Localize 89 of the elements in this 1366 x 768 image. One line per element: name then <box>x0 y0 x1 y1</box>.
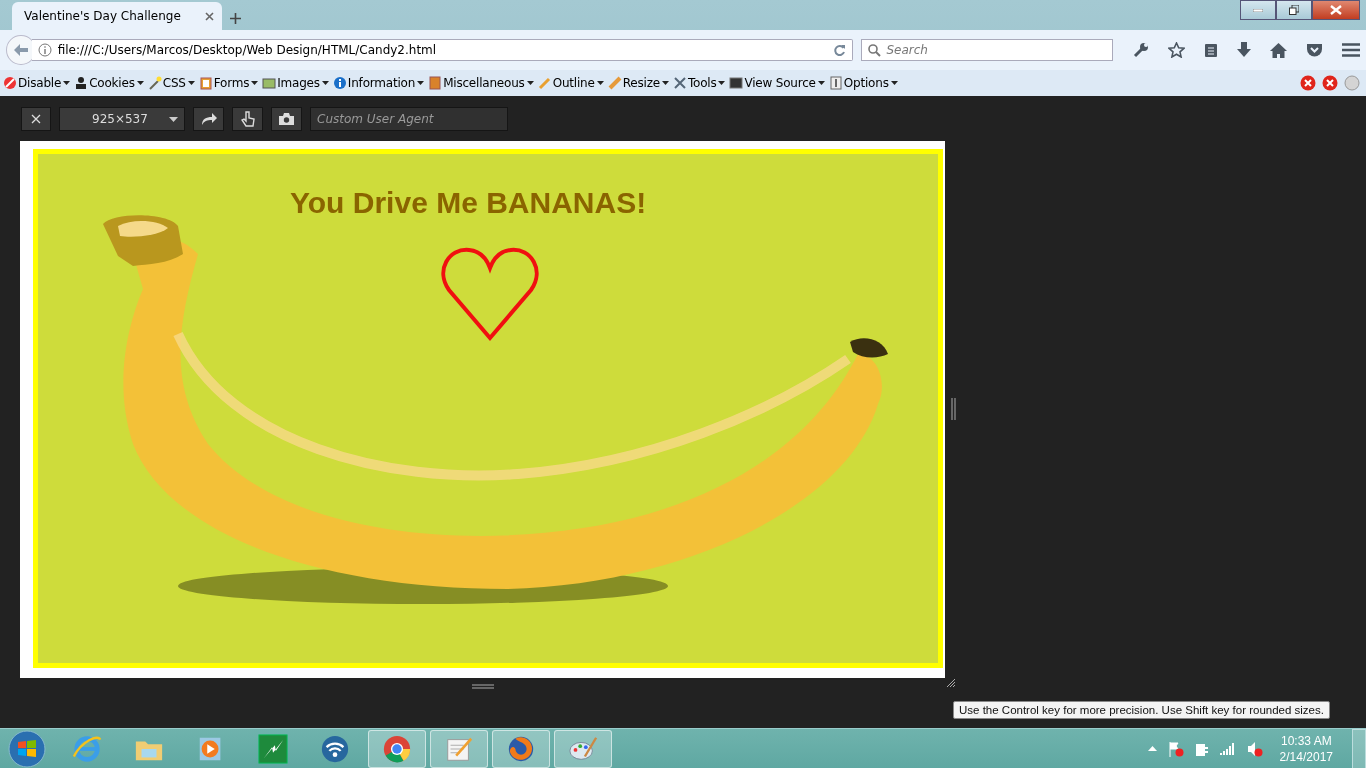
error-icon[interactable] <box>1300 75 1316 91</box>
toolbar-item-icon <box>428 76 443 90</box>
touch-button[interactable] <box>232 107 263 131</box>
caret-icon <box>596 81 604 85</box>
close-button[interactable] <box>21 107 51 131</box>
caret-icon <box>63 81 71 85</box>
hand-pointer-icon <box>240 111 255 127</box>
toolbar-menu[interactable]: CSS <box>147 76 195 90</box>
toolbar-menu[interactable]: Information <box>332 76 425 90</box>
app-icon <box>382 733 412 764</box>
resize-grip-icon[interactable] <box>946 678 956 688</box>
address-bar[interactable]: file:///C:/Users/Marcos/Desktop/Web Design/HTML/Candy2.html <box>31 39 854 61</box>
restore-icon <box>1289 5 1299 15</box>
caret-icon <box>187 81 195 85</box>
muted-speaker-icon[interactable] <box>1246 740 1263 757</box>
app-icon <box>320 733 350 764</box>
toolbar-menu[interactable]: Resize <box>607 76 669 90</box>
search-icon <box>868 43 882 57</box>
toolbar-item-icon <box>198 76 213 90</box>
toolbar-item-icon <box>729 76 744 90</box>
caret-icon <box>718 81 726 85</box>
close-icon <box>31 114 41 124</box>
caret-icon <box>417 81 425 85</box>
pocket-icon[interactable] <box>1306 42 1323 58</box>
new-tab-icon[interactable] <box>230 13 241 24</box>
app-icon <box>258 733 288 764</box>
toolbar-item-icon <box>607 76 622 90</box>
toolbar-item-icon <box>672 76 687 90</box>
user-agent-field[interactable]: Custom User Agent <box>310 107 508 131</box>
toolbar-menu[interactable]: Miscellaneous <box>428 76 534 90</box>
bookmark-star-icon[interactable] <box>1168 42 1185 58</box>
heart-icon <box>441 246 539 342</box>
toolbar-menu[interactable]: Options <box>828 76 898 90</box>
toolbar-item-icon <box>74 76 89 90</box>
toolbar-menu[interactable]: Disable <box>3 76 71 90</box>
taskbar-app-button[interactable] <box>492 729 550 768</box>
caret-icon <box>136 81 144 85</box>
toolbar-item-icon <box>537 76 552 90</box>
app-icon <box>72 733 102 764</box>
toolbar-item-icon <box>332 76 347 90</box>
toolbar-menu[interactable]: Tools <box>672 76 726 90</box>
caret-icon <box>526 81 534 85</box>
resize-handle-icon[interactable] <box>472 684 494 689</box>
toolbar-menu[interactable]: Forms <box>198 76 259 90</box>
rotate-button[interactable] <box>193 107 224 131</box>
close-icon <box>1330 5 1342 15</box>
minimize-button[interactable] <box>1240 0 1276 20</box>
search-field[interactable]: Search <box>861 39 1113 61</box>
minimize-icon <box>1253 8 1263 12</box>
page-heading: You Drive Me BANANAS! <box>290 186 647 220</box>
caret-icon <box>169 116 178 122</box>
toolbar-menu[interactable]: Cookies <box>74 76 144 90</box>
tooltip: Use the Control key for more precision. Use Shift key for rounded sizes. <box>953 701 1330 719</box>
camera-icon <box>279 113 294 125</box>
menu-icon[interactable] <box>1342 43 1360 57</box>
close-button[interactable] <box>1312 0 1360 20</box>
caret-icon <box>890 81 898 85</box>
download-icon[interactable] <box>1237 42 1251 58</box>
reload-icon[interactable] <box>833 43 847 57</box>
flag-error-icon[interactable] <box>1167 740 1184 757</box>
toolbar-item-icon <box>3 76 17 90</box>
toolbar-menu[interactable]: Outline <box>537 76 604 90</box>
restore-button[interactable] <box>1276 0 1312 20</box>
info-icon[interactable] <box>37 43 52 57</box>
toolbar-item-icon <box>147 76 162 90</box>
toolbar-item-icon <box>262 76 277 90</box>
caret-icon <box>251 81 259 85</box>
toolbar-item-icon <box>828 76 843 90</box>
toolbar-menu[interactable]: Images <box>262 76 329 90</box>
caret-icon <box>661 81 669 85</box>
home-icon[interactable] <box>1270 42 1287 58</box>
size-dropdown[interactable]: 925×537 <box>59 107 185 131</box>
browser-tab[interactable]: Valentine's Day Challenge <box>12 2 222 30</box>
caret-icon <box>321 81 329 85</box>
clipboard-list-icon[interactable] <box>1204 42 1218 58</box>
status-dot-icon[interactable] <box>1344 75 1360 91</box>
caret-icon <box>817 81 825 85</box>
start-button[interactable] <box>8 729 46 768</box>
signal-bars-icon[interactable] <box>1219 742 1236 755</box>
screenshot-button[interactable] <box>271 107 302 131</box>
close-icon[interactable] <box>205 11 214 21</box>
back-arrow-icon <box>13 44 28 56</box>
taskbar-app-button[interactable] <box>368 729 426 768</box>
show-hidden-icons-icon[interactable] <box>1147 746 1157 751</box>
toolbar-menu[interactable]: View Source <box>729 76 825 90</box>
curved-arrow-icon <box>200 113 217 125</box>
resize-handle-icon[interactable] <box>951 398 956 420</box>
error-icon[interactable] <box>1322 75 1338 91</box>
wrench-icon[interactable] <box>1133 42 1149 58</box>
